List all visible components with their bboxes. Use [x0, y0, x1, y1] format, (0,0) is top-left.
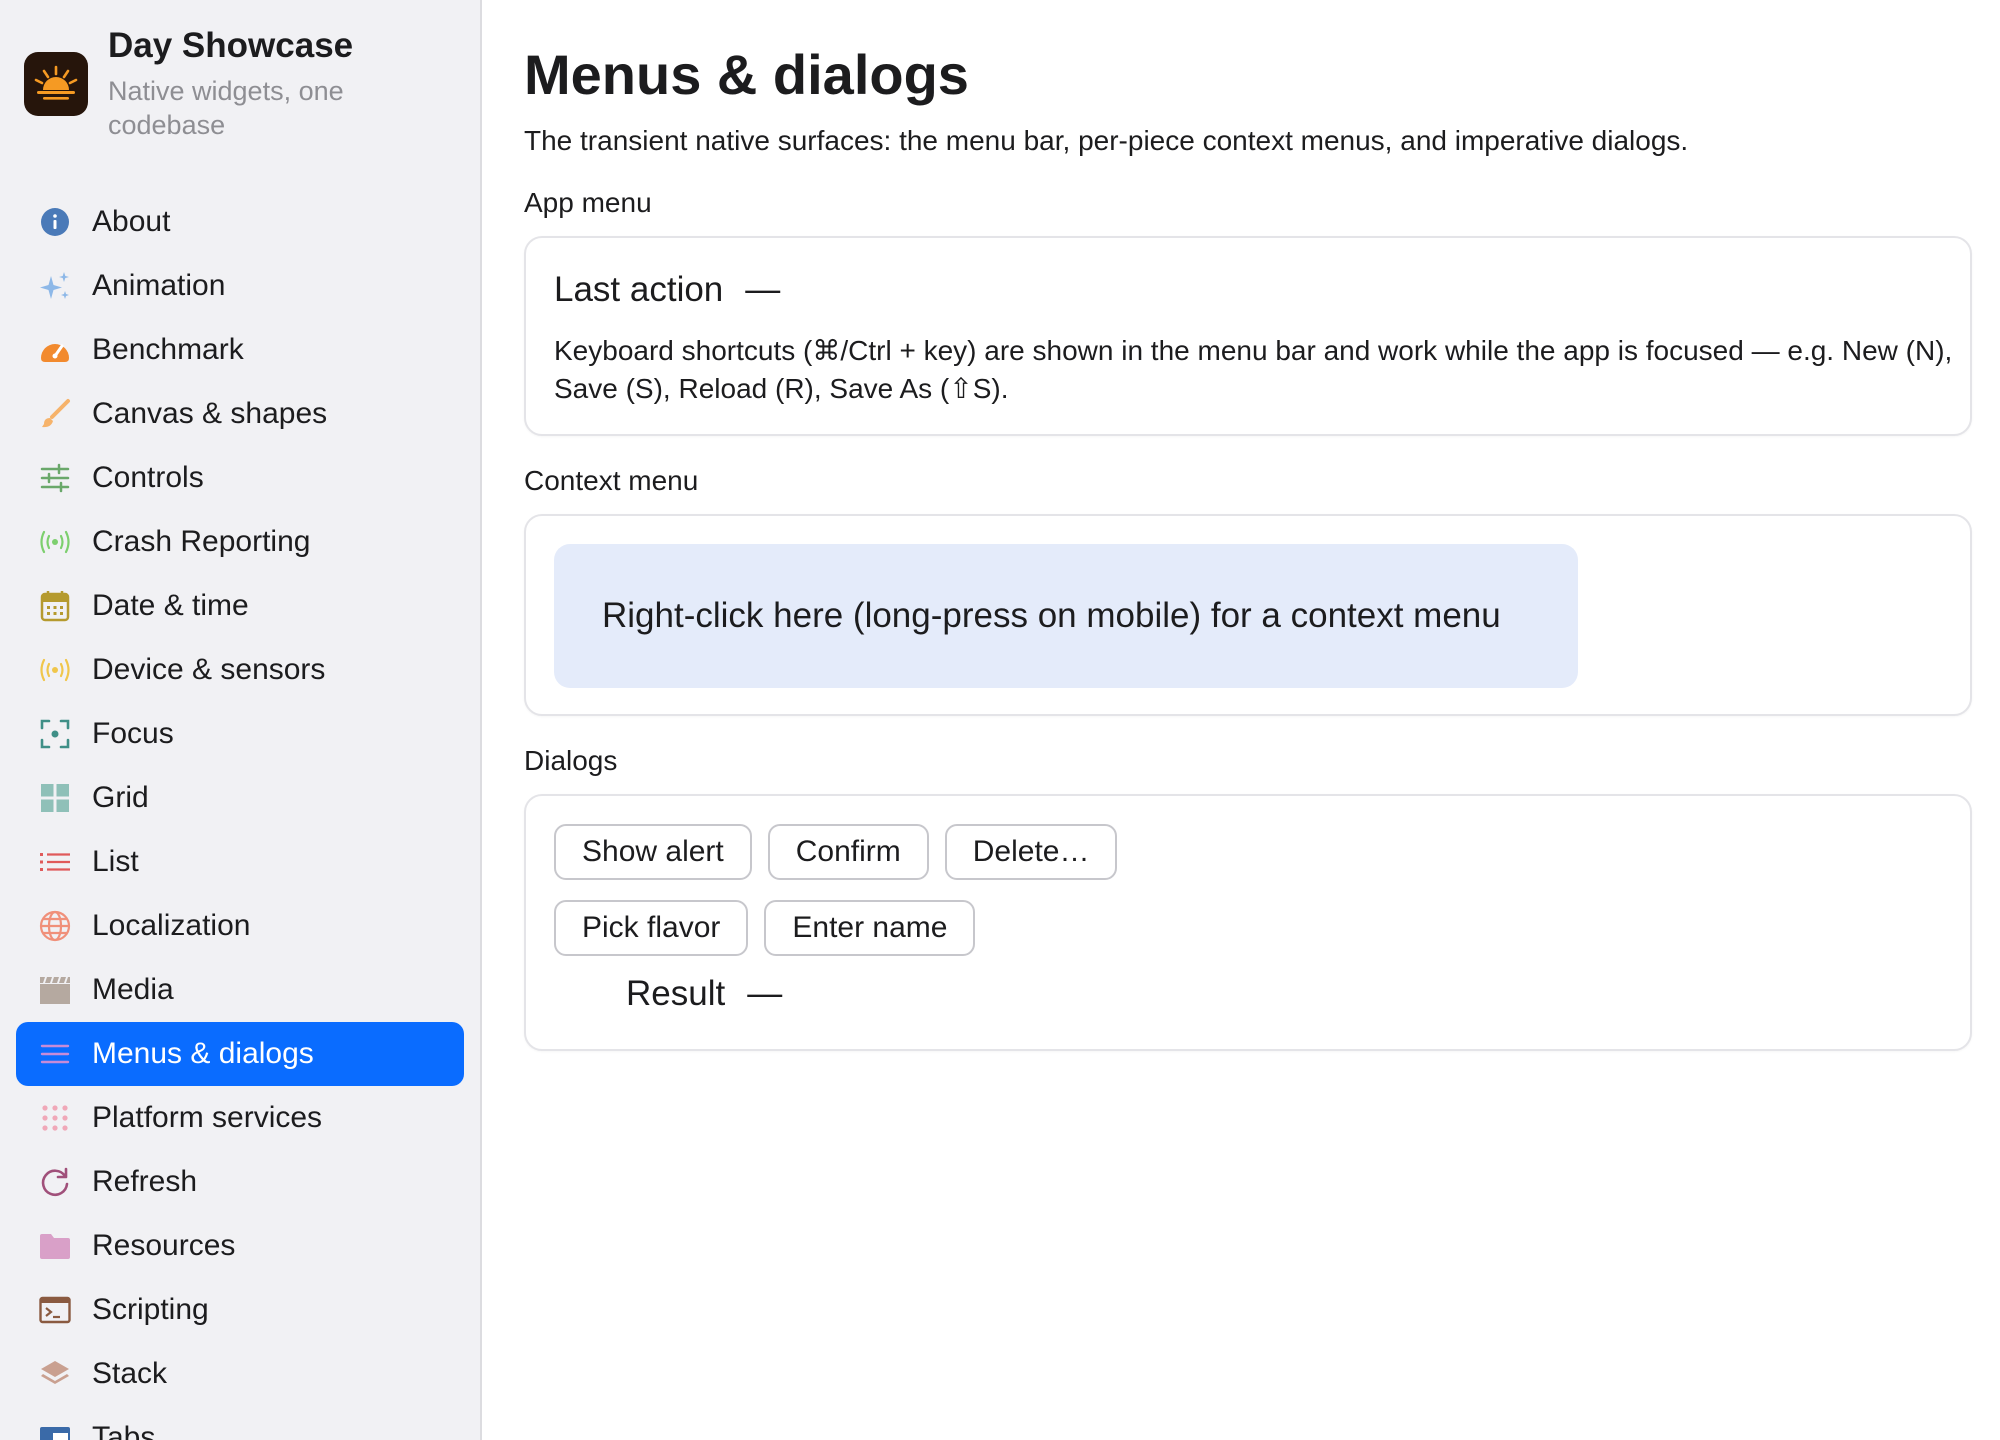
sidebar-item-platform-services[interactable]: Platform services [16, 1086, 464, 1150]
sidebar-item-label: Media [92, 973, 174, 1006]
sidebar-item-label: Benchmark [92, 333, 244, 366]
sidebar-item-crash-reporting[interactable]: Crash Reporting [16, 510, 464, 574]
sidebar-item-scripting[interactable]: Scripting [16, 1278, 464, 1342]
delete-button[interactable]: Delete… [944, 824, 1118, 880]
sidebar-item-tabs[interactable]: Tabs [16, 1406, 464, 1440]
sliders-icon [38, 461, 72, 495]
context-menu-target[interactable]: Right-click here (long-press on mobile) … [554, 544, 1578, 688]
app-subtitle: Native widgets, one codebase [108, 76, 344, 140]
last-action-value: — [745, 270, 781, 309]
sidebar-item-label: Tabs [92, 1421, 156, 1440]
show-alert-button[interactable]: Show alert [554, 824, 752, 880]
sidebar-item-label: Localization [92, 909, 251, 942]
list-icon [38, 845, 72, 879]
context-menu-card: Right-click here (long-press on mobile) … [524, 514, 1972, 716]
enter-name-button[interactable]: Enter name [764, 900, 976, 956]
sidebar-item-label: Canvas & shapes [92, 397, 328, 430]
page-title: Menus & dialogs [524, 43, 969, 106]
sidebar-item-focus[interactable]: Focus [16, 702, 464, 766]
section-label-app-menu: App menu [524, 187, 652, 218]
sidebar-item-localization[interactable]: Localization [16, 894, 464, 958]
sidebar-item-label: Menus & dialogs [92, 1037, 314, 1070]
sidebar-item-label: About [92, 205, 171, 238]
sidebar-item-label: Controls [92, 461, 204, 494]
sidebar-item-stack[interactable]: Stack [16, 1342, 464, 1406]
last-action-label: Last action [554, 270, 724, 309]
pick-flavor-button[interactable]: Pick flavor [554, 900, 749, 956]
sunrise-icon [24, 52, 88, 116]
globe-icon [38, 909, 72, 943]
sidebar-item-label: Platform services [92, 1101, 323, 1134]
confirm-button[interactable]: Confirm [767, 824, 929, 880]
result-value: — [747, 974, 783, 1013]
sidebar-item-label: List [92, 845, 139, 878]
sidebar-item-label: Animation [92, 269, 226, 302]
sidebar-item-label: Refresh [92, 1165, 198, 1198]
sensor-icon [38, 653, 72, 687]
info-icon [38, 205, 72, 239]
terminal-icon [38, 1293, 72, 1327]
tabs-icon [38, 1421, 72, 1440]
dialogs-card: Show alert Confirm Delete… Pick flavor E… [524, 794, 1972, 1051]
sidebar-item-label: Scripting [92, 1293, 209, 1326]
last-action-row: Last action — [554, 268, 1942, 312]
sidebar-item-label: Grid [92, 781, 149, 814]
sidebar-item-grid[interactable]: Grid [16, 766, 464, 830]
speedometer-icon [38, 333, 72, 367]
sparkles-icon [38, 269, 72, 303]
sidebar-item-label: Crash Reporting [92, 525, 311, 558]
focus-icon [38, 717, 72, 751]
shortcut-hint-text: Keyboard shortcuts (⌘/Ctrl + key) are sh… [554, 335, 1953, 404]
sidebar-item-about[interactable]: About [16, 190, 464, 254]
grid-icon [38, 781, 72, 815]
clapperboard-icon [38, 973, 72, 1007]
dialog-buttons-row-2: Pick flavor Enter name [554, 900, 1942, 956]
section-label-context-menu: Context menu [524, 465, 699, 496]
sidebar-item-label: Resources [92, 1229, 236, 1262]
sidebar-item-label: Stack [92, 1357, 168, 1390]
app-title: Day Showcase [108, 26, 354, 65]
sidebar-item-list[interactable]: List [16, 830, 464, 894]
sidebar-item-label: Date & time [92, 589, 249, 622]
sidebar-item-resources[interactable]: Resources [16, 1214, 464, 1278]
sidebar-item-controls[interactable]: Controls [16, 446, 464, 510]
dots-grid-icon [38, 1101, 72, 1135]
sidebar-item-canvas-shapes[interactable]: Canvas & shapes [16, 382, 464, 446]
stack-icon [38, 1357, 72, 1391]
result-label: Result [626, 974, 726, 1013]
sidebar-item-device-sensors[interactable]: Device & sensors [16, 638, 464, 702]
main-content: Menus & dialogs The transient native sur… [482, 0, 2000, 1440]
sidebar-item-benchmark[interactable]: Benchmark [16, 318, 464, 382]
dialog-buttons-row-1: Show alert Confirm Delete… [554, 824, 1942, 880]
sidebar-item-media[interactable]: Media [16, 958, 464, 1022]
page-description: The transient native surfaces: the menu … [524, 125, 1689, 156]
app-header: Day Showcase Native widgets, one codebas… [24, 26, 408, 142]
sidebar-item-date-time[interactable]: Date & time [16, 574, 464, 638]
calendar-icon [38, 589, 72, 623]
sidebar-item-label: Focus [92, 717, 174, 750]
section-label-dialogs: Dialogs [524, 745, 618, 776]
sidebar: Day Showcase Native widgets, one codebas… [0, 0, 482, 1440]
sidebar-item-label: Device & sensors [92, 653, 326, 686]
brush-icon [38, 397, 72, 431]
sidebar-item-animation[interactable]: Animation [16, 254, 464, 318]
refresh-icon [38, 1165, 72, 1199]
broadcast-icon [38, 525, 72, 559]
sidebar-item-refresh[interactable]: Refresh [16, 1150, 464, 1214]
menu-icon [38, 1037, 72, 1071]
app-menu-card: Last action — Keyboard shortcuts (⌘/Ctrl … [524, 236, 1972, 436]
sidebar-nav: About Animation Benchmark Canvas & shape… [16, 190, 464, 1440]
folder-icon [38, 1229, 72, 1263]
sidebar-item-menus-dialogs[interactable]: Menus & dialogs [16, 1022, 464, 1086]
result-row: Result — [626, 972, 1942, 1016]
